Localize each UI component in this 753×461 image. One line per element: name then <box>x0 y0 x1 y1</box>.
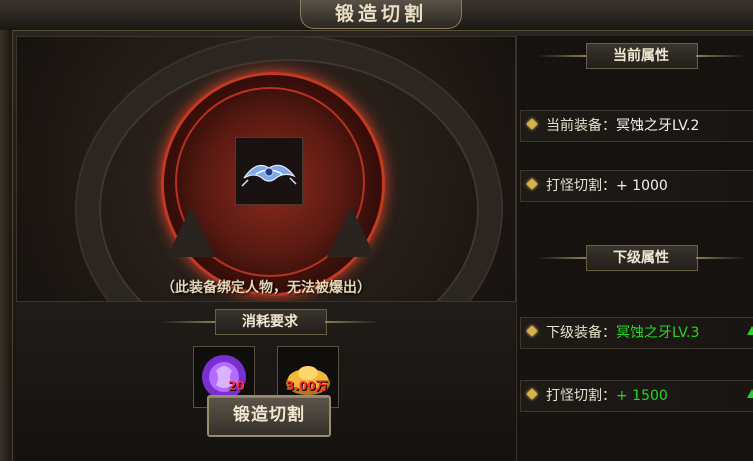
current-equip-label: 当前装备： <box>546 118 616 134</box>
window-title: 锻造切割 <box>300 0 462 29</box>
next-cut-label: 打怪切割： <box>546 388 616 404</box>
forge-cut-button[interactable]: 锻造切割 <box>207 395 331 437</box>
current-cut-row: 打怪切割：+ 1000 <box>520 170 753 202</box>
ornament-spike <box>167 207 215 257</box>
next-equip-row: 下级装备：冥蚀之牙LV.3 <box>520 317 753 349</box>
upgrade-arrow-icon <box>747 389 753 398</box>
current-equip-value: 冥蚀之牙LV.2 <box>616 118 700 134</box>
current-attr-title: 当前属性 <box>613 48 669 64</box>
title-bar: 锻造切割 <box>0 0 753 31</box>
diamond-bullet-icon <box>526 178 538 190</box>
next-attr-title: 下级属性 <box>613 250 669 266</box>
current-equip-row: 当前装备：冥蚀之牙LV.2 <box>520 110 753 142</box>
next-cut-row: 打怪切割：+ 1500 <box>520 380 753 412</box>
bind-notice: （此装备绑定人物，无法被爆出） <box>161 280 371 296</box>
current-cut-label: 打怪切割： <box>546 178 616 194</box>
next-equip-label: 下级装备： <box>546 325 616 341</box>
fang-equipment-icon <box>241 164 297 187</box>
current-cut-value: + 1000 <box>616 178 668 194</box>
upgrade-arrow-icon <box>747 326 753 335</box>
next-cut-value: + 1500 <box>616 388 668 404</box>
consume-title: 消耗要求 <box>242 314 298 330</box>
gold-count: 3.00万 <box>286 379 328 393</box>
forge-window: 锻造切割 （此装备绑定人物，无法被爆出） 消耗要求 20 3.00万 锻造切割 … <box>0 0 753 461</box>
consume-header: 消耗要求 <box>160 309 380 335</box>
current-attr-header: 当前属性 <box>536 43 746 69</box>
equipment-slot[interactable] <box>235 137 303 205</box>
diamond-bullet-icon <box>526 325 538 337</box>
frame-edge <box>0 30 13 461</box>
ornament-spike <box>327 207 375 257</box>
next-equip-value: 冥蚀之牙LV.3 <box>616 325 700 341</box>
forge-stage: （此装备绑定人物，无法被爆出） <box>16 36 516 302</box>
diamond-bullet-icon <box>526 388 538 400</box>
gem-count: 20 <box>228 379 245 393</box>
diamond-bullet-icon <box>526 118 538 130</box>
next-attr-header: 下级属性 <box>536 245 746 271</box>
